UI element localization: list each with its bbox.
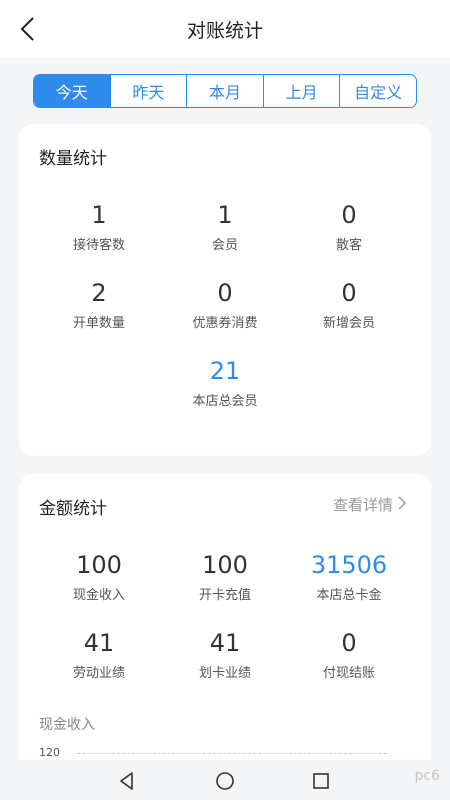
- stat-label: 优惠券消费: [192, 316, 258, 331]
- amount-stats-card: 金额统计 查看详情 100 现金收入 100 开卡充值 31506 本店总卡金 …: [19, 474, 431, 774]
- stat-value: 1: [217, 201, 233, 229]
- quantity-stats-title: 数量统计: [39, 149, 107, 169]
- stat-label: 开卡充值: [198, 588, 251, 603]
- quantity-stats-card: 数量统计 1 接待客数 1 会员 0 散客 2 开单数量 0 优惠券消费 0 新…: [19, 124, 431, 456]
- stat-members: 1 会员: [160, 200, 290, 253]
- stat-value: 0: [217, 279, 233, 307]
- stat-value: 41: [83, 629, 115, 657]
- tab-custom[interactable]: 自定义: [340, 75, 416, 107]
- stat-visitors: 1 接待客数: [34, 200, 164, 253]
- stat-card-topup: 100 开卡充值: [160, 550, 290, 603]
- header-bar: 对账统计: [0, 0, 450, 58]
- stat-value: 0: [341, 201, 357, 229]
- stat-value: 41: [209, 629, 241, 657]
- tab-this-month[interactable]: 本月: [187, 75, 264, 107]
- chart-y-tick-label: 120: [39, 746, 60, 759]
- tab-yesterday[interactable]: 昨天: [111, 75, 188, 107]
- nav-back-icon[interactable]: [116, 770, 138, 792]
- nav-recents-icon[interactable]: [310, 770, 332, 792]
- stat-labor-performance: 41 劳动业绩: [34, 628, 164, 681]
- stat-value: 0: [341, 629, 357, 657]
- stat-cash-income: 100 现金收入: [34, 550, 164, 603]
- tab-today[interactable]: 今天: [34, 75, 111, 107]
- stat-card-performance: 41 划卡业绩: [160, 628, 290, 681]
- stat-total-card-balance: 31506 本店总卡金: [284, 550, 414, 603]
- watermark-logo: pc6: [414, 768, 441, 784]
- stat-label: 开单数量: [72, 316, 125, 331]
- nav-home-icon[interactable]: [214, 770, 236, 792]
- stat-orders: 2 开单数量: [34, 278, 164, 331]
- stat-label: 接待客数: [72, 238, 125, 253]
- stat-coupons: 0 优惠券消费: [160, 278, 290, 331]
- stat-label: 新增会员: [322, 316, 375, 331]
- stat-label: 划卡业绩: [198, 666, 251, 681]
- chevron-right-icon: [397, 496, 407, 514]
- stat-total-members: 21 本店总会员: [160, 356, 290, 409]
- stat-walkins: 0 散客: [284, 200, 414, 253]
- amount-stats-title: 金额统计: [39, 499, 107, 519]
- stat-new-members: 0 新增会员: [284, 278, 414, 331]
- stat-label: 本店总会员: [192, 394, 258, 409]
- view-details-label: 查看详情: [332, 496, 393, 514]
- tab-last-month[interactable]: 上月: [264, 75, 341, 107]
- stat-label: 现金收入: [72, 588, 125, 603]
- stat-value: 31506: [310, 551, 388, 579]
- page-title: 对账统计: [186, 20, 263, 42]
- stat-label: 付现结账: [322, 666, 375, 681]
- stat-label: 会员: [211, 238, 238, 253]
- cash-income-chart-title: 现金收入: [39, 717, 95, 733]
- stat-label: 本店总卡金: [316, 588, 382, 603]
- stat-value: 21: [209, 357, 241, 385]
- view-details-link[interactable]: 查看详情: [333, 494, 407, 515]
- stat-value: 100: [202, 551, 248, 579]
- chart-gridline: [77, 753, 387, 754]
- stat-cash-checkout: 0 付现结账: [284, 628, 414, 681]
- system-navigation-bar: [0, 760, 450, 800]
- stat-value: 100: [76, 551, 122, 579]
- date-range-tabs: 今天 昨天 本月 上月 自定义: [33, 74, 417, 108]
- stat-value: 0: [341, 279, 357, 307]
- stat-value: 1: [91, 201, 107, 229]
- stat-value: 2: [91, 279, 107, 307]
- stat-label: 劳动业绩: [72, 666, 125, 681]
- stat-label: 散客: [335, 238, 362, 253]
